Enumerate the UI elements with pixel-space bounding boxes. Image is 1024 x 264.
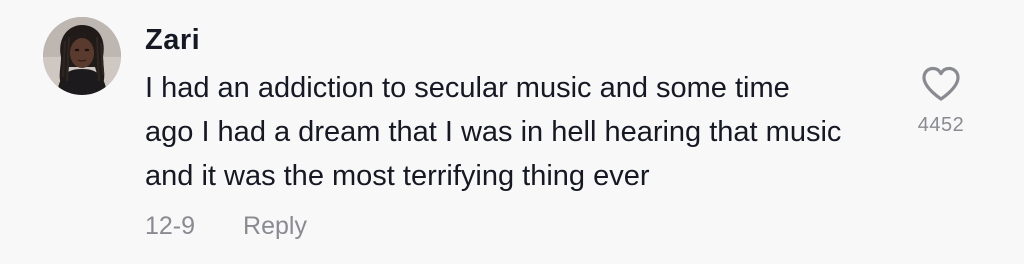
avatar[interactable]: [43, 17, 121, 95]
comment-meta: 12-9 Reply: [145, 208, 307, 244]
like-block: 4452: [905, 66, 977, 137]
comment-text: I had an addiction to secular music and …: [145, 66, 905, 198]
comment-username[interactable]: Zari: [145, 20, 200, 60]
like-count: 4452: [917, 114, 965, 136]
comment-text-line: ago I had a dream that I was in hell hea…: [145, 116, 842, 148]
comment-item: Zari I had an addiction to secular music…: [0, 0, 1024, 264]
heart-outline-icon[interactable]: [921, 66, 961, 102]
comment-date: 12-9: [145, 211, 196, 240]
comment-text-line: and it was the most terrifying thing eve…: [145, 160, 650, 192]
avatar-image: [43, 17, 121, 95]
reply-button[interactable]: Reply: [243, 212, 307, 241]
comment-text-line: I had an addiction to secular music and …: [145, 72, 790, 104]
